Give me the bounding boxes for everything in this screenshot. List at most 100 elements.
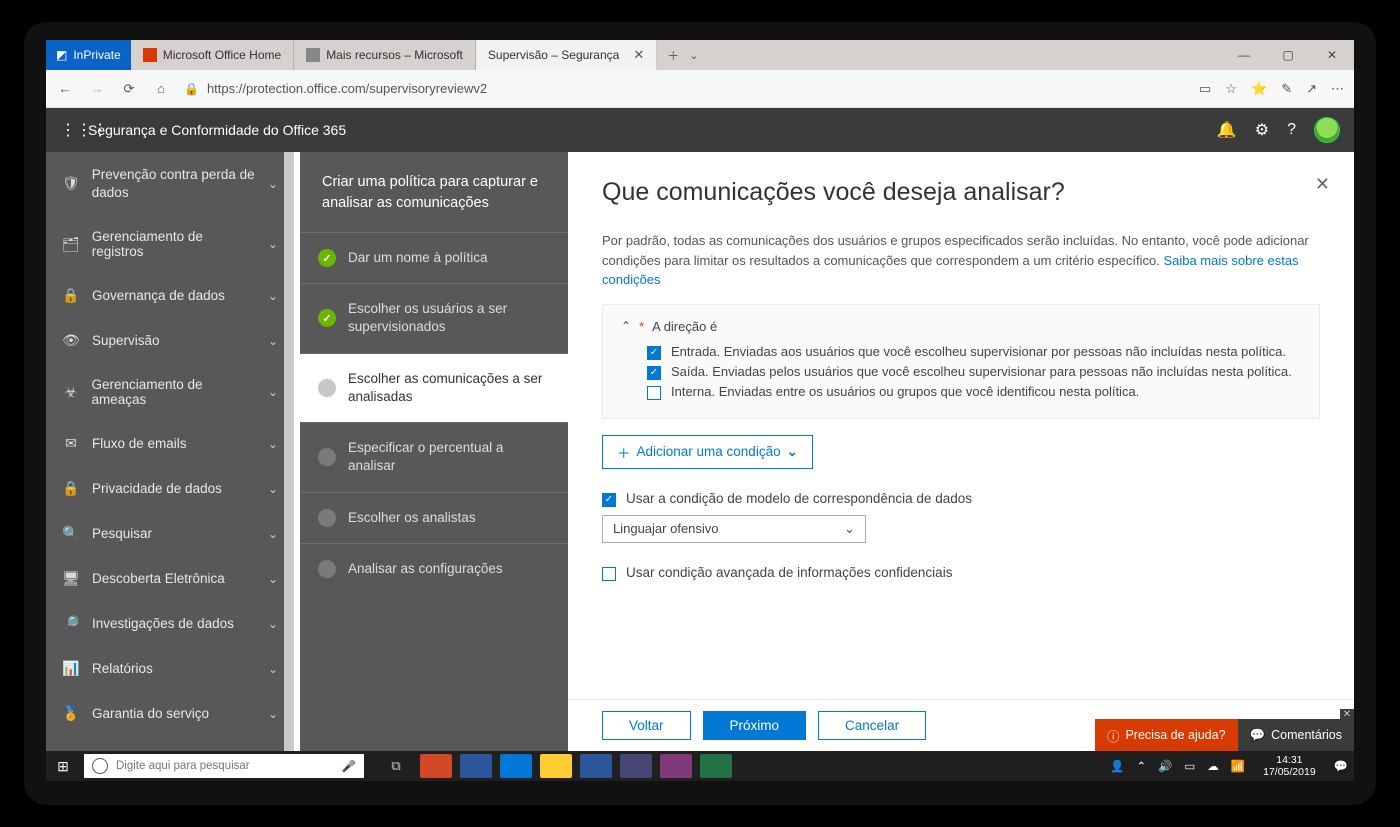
checkbox-unchecked-icon[interactable] xyxy=(647,386,661,400)
user-avatar[interactable] xyxy=(1314,117,1340,143)
sidebar-item-label: Descoberta Eletrônica xyxy=(92,571,225,586)
wizard-footer: Voltar Próximo Cancelar ⓘ Precisa de aju… xyxy=(568,699,1354,751)
sidebar-item-5[interactable]: ✉Fluxo de emails⌄ xyxy=(46,421,294,466)
browser-tab-supervisao[interactable]: Supervisão – Segurança ✕ xyxy=(476,40,657,70)
sidebar-item-6[interactable]: 🔒Privacidade de dados⌄ xyxy=(46,466,294,511)
sidebar-item-label: Supervisão xyxy=(92,333,160,348)
app-header: ⋮⋮⋮ Segurança e Conformidade do Office 3… xyxy=(46,108,1354,152)
wizard-step-1[interactable]: Escolher os usuários a ser supervisionad… xyxy=(300,283,568,352)
checkbox-checked-icon[interactable] xyxy=(647,366,661,380)
sidebar-item-7[interactable]: 🔍Pesquisar⌄ xyxy=(46,511,294,556)
browser-tab-office-home[interactable]: Microsoft Office Home xyxy=(131,40,294,70)
need-help-button[interactable]: ⓘ Precisa de ajuda? xyxy=(1095,719,1238,751)
sidebar-item-1[interactable]: 🗂Gerenciamento de registros⌄ xyxy=(46,215,294,273)
teams-icon[interactable] xyxy=(620,754,652,778)
excel-icon[interactable] xyxy=(700,754,732,778)
use-advanced-checkbox-row[interactable]: Usar condição avançada de informações co… xyxy=(602,565,1320,581)
wizard-steps-panel: Criar uma política para capturar e anali… xyxy=(300,152,568,751)
sidebar-item-2[interactable]: 🔒Governança de dados⌄ xyxy=(46,273,294,318)
checkbox-checked-icon[interactable] xyxy=(647,346,661,360)
notifications-icon[interactable]: 🔔 xyxy=(1217,120,1237,140)
cancel-button[interactable]: Cancelar xyxy=(818,711,926,740)
favorite-star-icon[interactable]: ☆ xyxy=(1225,81,1237,97)
close-help-icon[interactable]: ✕ xyxy=(1340,709,1354,721)
direction-option-1[interactable]: Saída. Enviadas pelos usuários que você … xyxy=(647,364,1301,380)
direction-option-0[interactable]: Entrada. Enviadas aos usuários que você … xyxy=(647,344,1301,360)
tab-overflow-icon[interactable]: ⌄ xyxy=(689,49,698,62)
nav-back-button[interactable]: ← xyxy=(56,81,74,96)
sidebar-item-8[interactable]: 🖥Descoberta Eletrônica⌄ xyxy=(46,556,294,601)
wizard-title: Criar uma política para capturar e anali… xyxy=(300,152,568,232)
mic-icon[interactable]: 🎤 xyxy=(342,759,356,773)
more-icon[interactable]: ⋯ xyxy=(1331,81,1344,97)
wizard-step-3[interactable]: Especificar o percentual a analisar xyxy=(300,422,568,491)
home-button[interactable]: ⌂ xyxy=(152,81,170,96)
reading-view-icon[interactable]: ▭ xyxy=(1199,81,1211,97)
search-placeholder: Digite aqui para pesquisar xyxy=(116,760,250,772)
task-view-icon[interactable]: ⧉ xyxy=(380,754,412,778)
sidebar-item-11[interactable]: 🏅Garantia do serviço⌄ xyxy=(46,691,294,736)
help-icon[interactable]: ? xyxy=(1287,121,1296,139)
favorites-hub-icon[interactable]: ⭐ xyxy=(1251,81,1267,97)
checkbox-checked-icon[interactable] xyxy=(602,493,616,507)
tray-chevron-icon[interactable]: ⌃ xyxy=(1136,759,1146,773)
action-center-icon[interactable]: 💬 xyxy=(1334,759,1348,773)
chevron-down-icon: ⌄ xyxy=(787,444,798,460)
notes-icon[interactable]: ✎ xyxy=(1281,81,1292,97)
edge-icon[interactable] xyxy=(500,754,532,778)
left-sidebar: 🛡Prevenção contra perda de dados⌄🗂Gerenc… xyxy=(46,152,294,751)
share-icon[interactable]: ↗ xyxy=(1306,81,1317,97)
volume-icon[interactable]: 🔊 xyxy=(1158,759,1172,773)
battery-icon[interactable]: ▭ xyxy=(1184,759,1195,773)
sidebar-item-3[interactable]: 👁Supervisão⌄ xyxy=(46,318,294,363)
url-field[interactable]: 🔒 https://protection.office.com/supervis… xyxy=(184,81,1185,96)
sidebar-item-label: Investigações de dados xyxy=(92,616,234,631)
window-close-button[interactable]: ✕ xyxy=(1310,40,1354,70)
step-label: Analisar as configurações xyxy=(348,560,503,578)
use-template-checkbox-row[interactable]: Usar a condição de modelo de correspondê… xyxy=(602,491,1320,507)
sidebar-item-4[interactable]: ☣Gerenciamento de ameaças⌄ xyxy=(46,363,294,421)
back-button[interactable]: Voltar xyxy=(602,711,691,740)
powerpoint-icon[interactable] xyxy=(420,754,452,778)
sidebar-scrollbar[interactable] xyxy=(284,152,294,751)
app-launcher-icon[interactable]: ⋮⋮⋮ xyxy=(60,120,88,140)
file-explorer-icon[interactable] xyxy=(540,754,572,778)
template-select[interactable]: Linguajar ofensivo ⌄ xyxy=(602,515,866,543)
lock-icon: 🔒 xyxy=(184,82,199,96)
direction-option-2[interactable]: Interna. Enviadas entre os usuários ou g… xyxy=(647,384,1301,400)
sidebar-item-10[interactable]: 📊Relatórios⌄ xyxy=(46,646,294,691)
close-tab-icon[interactable]: ✕ xyxy=(633,47,644,63)
start-button[interactable]: ⊞ xyxy=(46,758,80,775)
collapse-chevron-icon[interactable]: ⌃ xyxy=(621,319,631,333)
wizard-step-4[interactable]: Escolher os analistas xyxy=(300,492,568,543)
add-condition-button[interactable]: ＋ Adicionar uma condição ⌄ xyxy=(602,435,813,469)
step-label: Escolher os analistas xyxy=(348,509,476,527)
window-minimize-button[interactable]: — xyxy=(1222,40,1266,70)
comments-button[interactable]: ✕ 💬 Comentários xyxy=(1238,719,1354,751)
window-maximize-button[interactable]: ▢ xyxy=(1266,40,1310,70)
wizard-step-0[interactable]: Dar um nome à política xyxy=(300,232,568,283)
sidebar-item-icon: 🔍 xyxy=(62,525,80,542)
taskbar-clock[interactable]: 14:31 17/05/2019 xyxy=(1257,754,1322,778)
browser-tab-mais-recursos[interactable]: Mais recursos – Microsoft xyxy=(294,40,476,70)
need-help-label: Precisa de ajuda? xyxy=(1125,728,1225,742)
checkbox-unchecked-icon[interactable] xyxy=(602,567,616,581)
people-icon[interactable]: 👤 xyxy=(1110,759,1124,773)
sidebar-item-0[interactable]: 🛡Prevenção contra perda de dados⌄ xyxy=(46,152,294,215)
nav-forward-button[interactable]: → xyxy=(88,81,106,96)
sidebar-item-9[interactable]: 🔎Investigações de dados⌄ xyxy=(46,601,294,646)
refresh-button[interactable]: ⟳ xyxy=(120,81,138,97)
wizard-step-2[interactable]: Escolher as comunicações a ser analisada… xyxy=(300,353,568,422)
network-icon[interactable]: 📶 xyxy=(1231,759,1245,773)
sidebar-item-icon: 🔒 xyxy=(62,480,80,497)
taskbar-search-input[interactable]: Digite aqui para pesquisar 🎤 xyxy=(84,754,364,778)
panel-close-button[interactable]: ✕ xyxy=(1315,174,1330,195)
new-tab-button[interactable]: ＋ xyxy=(667,47,679,64)
app-icon[interactable] xyxy=(460,754,492,778)
wizard-step-5[interactable]: Analisar as configurações xyxy=(300,543,568,594)
onedrive-icon[interactable]: ☁ xyxy=(1207,759,1219,773)
settings-gear-icon[interactable]: ⚙ xyxy=(1255,120,1269,140)
next-button[interactable]: Próximo xyxy=(703,711,807,740)
word-icon[interactable] xyxy=(580,754,612,778)
onenote-icon[interactable] xyxy=(660,754,692,778)
